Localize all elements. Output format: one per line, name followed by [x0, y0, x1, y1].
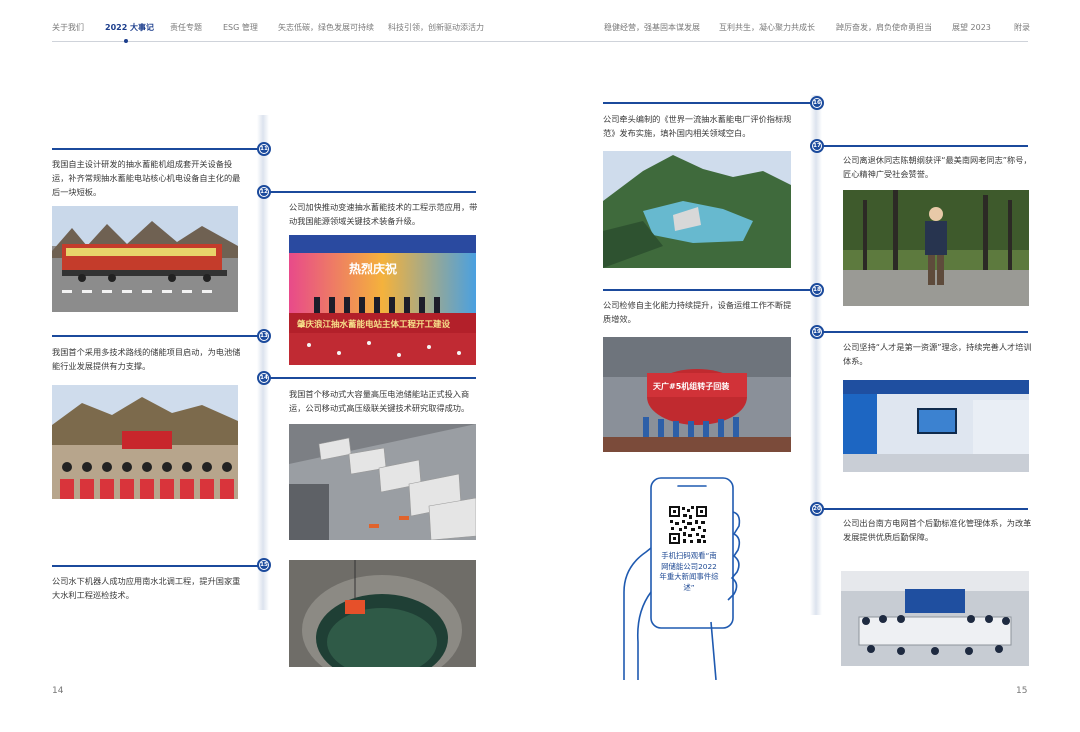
event-16-text: 公司牵头编制的《世界一流抽水蓄能电厂评价指标规范》发布实施，填补国内相关领域空白…	[603, 114, 792, 138]
timeline-right	[810, 95, 822, 615]
event-11-rule	[52, 148, 264, 150]
event-18-banner: 天广#5机组转子回装	[653, 381, 729, 391]
qr-code[interactable]	[668, 505, 708, 545]
nav-item-green[interactable]: 矢志低碳，绿色发展可持续	[278, 22, 374, 33]
nav-item-tech[interactable]: 科技引领，创新驱动添活力	[388, 22, 484, 33]
top-nav: 关于我们 2022 大事记 责任专题 ESG 管理 矢志低碳，绿色发展可持续 科…	[52, 22, 1030, 42]
event-13-badge: 13	[257, 329, 271, 343]
event-17-text: 公司离退休同志陈朝纲获评“最美南网老同志”称号，匠心精神广受社会赞誉。	[843, 155, 1032, 179]
event-12-banner-top: 热烈庆祝	[349, 261, 397, 276]
event-12-text: 公司加快推动变速抽水蓄能技术的工程示范应用，带动我国能源领域关键技术装备升级。	[289, 202, 478, 226]
nav-active-marker	[124, 39, 128, 43]
nav-item-2022-events[interactable]: 2022 大事记	[105, 22, 154, 33]
nav-item-mission[interactable]: 踔厉奋发，肩负使命勇担当	[836, 22, 932, 33]
event-20-rule	[818, 508, 1028, 510]
event-14-badge: 14	[257, 371, 271, 385]
event-15-photo	[289, 560, 476, 667]
event-13-rule	[52, 335, 264, 337]
event-19-text: 公司坚持“人才是第一资源”理念，持续完善人才培训体系。	[843, 342, 1032, 366]
nav-item-mutual[interactable]: 互利共生，凝心聚力共成长	[719, 22, 815, 33]
event-12-badge: 12	[257, 185, 271, 199]
event-20-photo	[841, 571, 1029, 666]
event-15-rule	[52, 565, 264, 567]
event-15-badge: 15	[257, 558, 271, 572]
nav-item-esg[interactable]: ESG 管理	[223, 22, 258, 33]
event-20-badge: 20	[810, 502, 824, 516]
event-18-badge: 18	[810, 283, 824, 297]
event-13-text: 我国首个采用多技术路线的储能项目启动，为电池储能行业发展提供有力支撑。	[52, 347, 241, 371]
nav-item-responsibility[interactable]: 责任专题	[170, 22, 202, 33]
event-18-photo: 天广#5机组转子回装	[603, 337, 791, 452]
page-number-right: 15	[1016, 686, 1028, 696]
event-14-rule	[264, 377, 476, 379]
event-16-photo	[603, 151, 791, 268]
nav-item-outlook[interactable]: 展望 2023	[952, 22, 991, 33]
event-11-photo	[52, 206, 238, 312]
event-16-badge: 16	[810, 96, 824, 110]
event-12-rule	[264, 191, 476, 193]
event-15-text: 公司水下机器人成功应用南水北调工程，提升国家重大水利工程巡检技术。	[52, 576, 241, 600]
page-number-left: 14	[52, 686, 64, 696]
event-12-photo: 热烈庆祝 肇庆浪江抽水蓄能电站主体工程开工建设	[289, 235, 476, 365]
event-18-rule	[603, 289, 818, 291]
nav-item-operation[interactable]: 稳健经营，强基固本谋发展	[604, 22, 700, 33]
nav-item-appendix[interactable]: 附录	[1014, 22, 1030, 33]
qr-caption: 手机扫码观看“南网储能公司2022年重大新闻事件综述”	[659, 551, 719, 592]
event-14-photo	[289, 424, 476, 540]
event-14-text: 我国首个移动式大容量高压电池储能站正式投入商运，公司移动式高压级联关键技术研究取…	[289, 389, 470, 413]
event-11-badge: 11	[257, 142, 271, 156]
event-16-rule	[603, 102, 818, 104]
event-17-badge: 17	[810, 139, 824, 153]
spread: 关于我们 2022 大事记 责任专题 ESG 管理 矢志低碳，绿色发展可持续 科…	[0, 0, 1080, 732]
event-17-rule	[818, 145, 1028, 147]
event-17-photo	[843, 190, 1029, 306]
nav-divider	[52, 41, 1028, 42]
event-12-banner-main: 肇庆浪江抽水蓄能电站主体工程开工建设	[296, 319, 451, 330]
event-19-photo	[843, 380, 1029, 472]
event-20-text: 公司出台南方电网首个后勤标准化管理体系，为改革发展提供优质后勤保障。	[843, 518, 1032, 542]
event-19-rule	[818, 331, 1028, 333]
event-13-photo	[52, 385, 238, 499]
event-18-text: 公司检修自主化能力持续提升，设备运维工作不断提质增效。	[603, 300, 792, 324]
event-19-badge: 19	[810, 325, 824, 339]
event-11-text: 我国自主设计研发的抽水蓄能机组成套开关设备投运，补齐常规抽水蓄能电站核心机电设备…	[52, 159, 241, 197]
nav-item-about[interactable]: 关于我们	[52, 22, 84, 33]
